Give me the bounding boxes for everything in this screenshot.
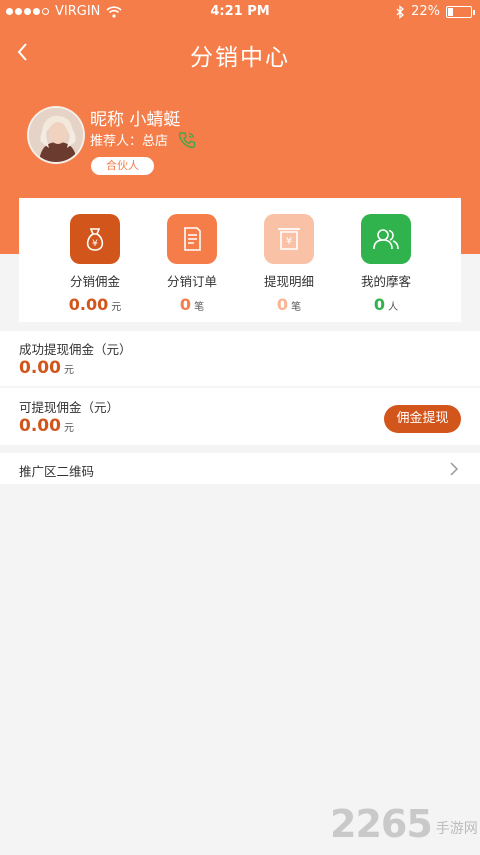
avatar[interactable] xyxy=(27,106,85,164)
battery-percent: 22% xyxy=(411,4,440,19)
success-withdraw-row: 成功提现佣金（元） 0.00 元 xyxy=(0,331,480,386)
watermark-logo: 2265 手游网 xyxy=(330,802,478,846)
stat-label: 分销订单 xyxy=(166,274,217,289)
success-withdraw-unit: 元 xyxy=(63,365,74,376)
stat-unit: 人 xyxy=(388,302,399,313)
available-label: 可提现佣金（元） xyxy=(19,400,120,415)
nav-bar: 分销中心 xyxy=(0,24,480,84)
stat-value: 0.00 xyxy=(68,295,109,314)
watermark-number: 2265 xyxy=(330,802,433,846)
nickname: 昵称 小蜻蜓 xyxy=(90,110,181,130)
stat-label: 我的摩客 xyxy=(360,274,411,289)
stat-unit: 笔 xyxy=(194,302,205,313)
withdraw-commission-button[interactable]: 佣金提现 xyxy=(384,405,461,433)
stat-label: 分销佣金 xyxy=(69,274,120,289)
referrer-text: 推荐人：总店 xyxy=(90,134,169,149)
battery-icon xyxy=(446,5,475,18)
watermark-site: 手游网 xyxy=(435,821,478,837)
stats-card: ¥ 分销佣金 0.00 元 分销订单 0笔 ¥ 提现明细 0笔 我的摩客 0人 xyxy=(19,198,461,322)
withdraw-detail-icon: ¥ xyxy=(264,214,314,264)
stat-orders[interactable]: 分销订单 0笔 xyxy=(137,214,247,314)
available-unit: 元 xyxy=(63,423,74,434)
stat-value: 0 xyxy=(179,295,192,314)
bluetooth-icon xyxy=(396,4,405,19)
team-icon xyxy=(361,214,411,264)
chevron-right-icon xyxy=(450,462,459,476)
stat-team[interactable]: 我的摩客 0人 xyxy=(331,214,441,314)
success-withdraw-label: 成功提现佣金（元） xyxy=(19,342,132,357)
stat-value: 0 xyxy=(373,295,386,314)
stat-commission[interactable]: ¥ 分销佣金 0.00 元 xyxy=(40,214,150,314)
promo-qrcode-row[interactable]: 推广区二维码 xyxy=(0,453,480,484)
svg-text:¥: ¥ xyxy=(92,239,98,249)
success-withdraw-value: 0.00 xyxy=(19,358,61,378)
referrer-line: 推荐人：总店 xyxy=(90,130,196,149)
status-bar: VIRGIN 4:21 PM 22% xyxy=(0,0,480,24)
page-title: 分销中心 xyxy=(190,45,290,71)
stat-value: 0 xyxy=(276,295,289,314)
stat-unit: 元 xyxy=(111,302,122,313)
partner-badge: 合伙人 xyxy=(91,157,154,175)
svg-text:¥: ¥ xyxy=(286,236,292,247)
promo-qrcode-label: 推广区二维码 xyxy=(19,464,95,479)
money-bag-icon: ¥ xyxy=(70,214,120,264)
stat-label: 提现明细 xyxy=(263,274,314,289)
stat-unit: 笔 xyxy=(291,302,302,313)
available-value: 0.00 xyxy=(19,416,61,436)
order-list-icon xyxy=(167,214,217,264)
phone-icon[interactable] xyxy=(178,131,196,149)
stat-withdraw-detail[interactable]: ¥ 提现明细 0笔 xyxy=(234,214,344,314)
